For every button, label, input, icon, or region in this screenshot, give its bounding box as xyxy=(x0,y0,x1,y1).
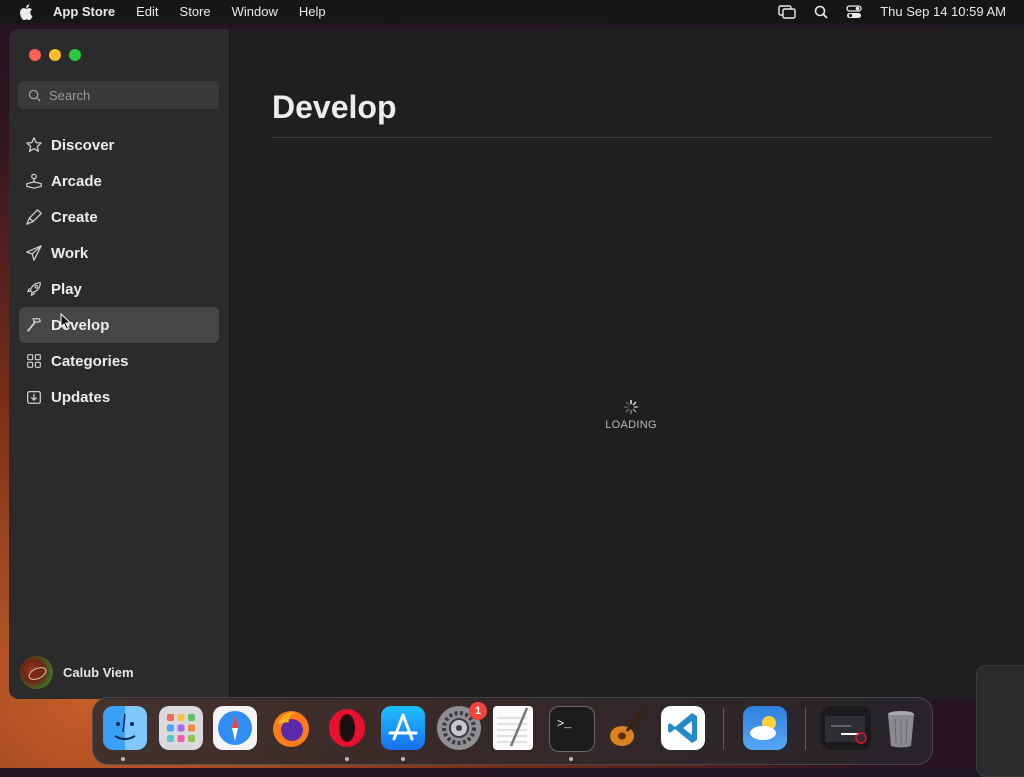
minimize-button[interactable] xyxy=(49,49,61,61)
screen-mirroring-icon[interactable] xyxy=(778,4,796,19)
dock: 1 >_ xyxy=(92,697,933,765)
sidebar-item-categories[interactable]: Categories xyxy=(19,343,219,379)
terminal-dock-icon[interactable]: >_ xyxy=(549,706,595,752)
user-name[interactable]: Calub Viem xyxy=(63,665,134,680)
menu-clock[interactable]: Thu Sep 14 10:59 AM xyxy=(880,4,1006,19)
loading-indicator: LOADING xyxy=(605,399,657,431)
sidebar-item-label: Arcade xyxy=(51,172,102,190)
brush-icon xyxy=(24,207,44,227)
search-input[interactable] xyxy=(49,87,209,103)
textedit-dock-icon[interactable] xyxy=(493,706,533,750)
sidebar-item-work[interactable]: Work xyxy=(19,235,219,271)
app-store-dock-icon[interactable] xyxy=(381,706,425,750)
system-settings-dock-icon[interactable]: 1 xyxy=(437,702,487,750)
paper-plane-icon xyxy=(24,243,44,263)
title-divider xyxy=(272,137,992,138)
joystick-icon xyxy=(24,171,44,191)
sidebar-item-label: Work xyxy=(51,244,89,262)
search-box[interactable] xyxy=(18,81,219,109)
opera-dock-icon[interactable] xyxy=(325,706,369,750)
rocket-icon xyxy=(24,279,44,299)
dock-separator xyxy=(723,708,724,750)
download-icon xyxy=(24,387,44,407)
app-store-running-dot xyxy=(401,757,405,761)
sidebar-item-label: Updates xyxy=(51,388,111,406)
screenshot-thumbnail-dock-icon[interactable] xyxy=(821,706,871,750)
page-title: Develop xyxy=(272,89,397,125)
sidebar-item-arcade[interactable]: Arcade xyxy=(19,163,219,199)
firefox-dock-icon[interactable] xyxy=(269,706,313,750)
sidebar-item-play[interactable]: Play xyxy=(19,271,219,307)
weather-dock-icon[interactable] xyxy=(743,706,787,750)
sidebar-item-develop[interactable]: Develop xyxy=(19,307,219,343)
settings-badge: 1 xyxy=(469,702,487,720)
sidebar-item-discover[interactable]: Discover xyxy=(19,127,219,163)
menu-store[interactable]: Store xyxy=(180,4,211,19)
menu-app-name[interactable]: App Store xyxy=(53,4,115,19)
sidebar-item-label: Categories xyxy=(51,352,129,370)
zoom-button[interactable] xyxy=(69,49,81,61)
window-controls xyxy=(29,49,81,61)
spinner-icon xyxy=(623,399,639,415)
menu-bar: App Store Edit Store Window Help Thu Sep… xyxy=(0,0,1024,23)
close-button[interactable] xyxy=(29,49,41,61)
hammer-icon xyxy=(24,315,44,335)
sidebar-item-create[interactable]: Create xyxy=(19,199,219,235)
sidebar-item-label: Play xyxy=(51,280,82,298)
sidebar-item-label: Create xyxy=(51,208,98,226)
menu-window[interactable]: Window xyxy=(232,4,278,19)
menu-edit[interactable]: Edit xyxy=(136,4,158,19)
search-icon xyxy=(28,89,41,102)
app-store-window: Discover Arcade Create Work xyxy=(9,29,1024,699)
vscode-dock-icon[interactable] xyxy=(661,706,705,750)
trash-dock-icon[interactable] xyxy=(879,706,923,750)
loading-label: LOADING xyxy=(605,419,657,431)
launchpad-dock-icon[interactable] xyxy=(159,706,203,750)
apple-menu-icon[interactable] xyxy=(19,3,33,20)
main-content: Develop LOADING xyxy=(230,29,1024,699)
desktop-widget xyxy=(976,665,1024,777)
menu-help[interactable]: Help xyxy=(299,4,326,19)
grid-icon xyxy=(24,351,44,371)
svg-text:>_: >_ xyxy=(557,717,572,731)
safari-dock-icon[interactable] xyxy=(213,706,257,750)
sidebar-nav: Discover Arcade Create Work Play Develop… xyxy=(19,127,219,415)
sidebar-item-label: Discover xyxy=(51,136,115,154)
avatar[interactable] xyxy=(20,656,53,689)
finder-dock-icon[interactable] xyxy=(103,706,147,750)
control-center-icon[interactable] xyxy=(846,4,862,19)
dock-separator xyxy=(805,708,806,750)
spotlight-search-icon[interactable] xyxy=(814,5,828,19)
garageband-dock-icon[interactable] xyxy=(605,706,649,750)
account-button[interactable]: Calub Viem xyxy=(20,656,134,689)
opera-running-dot xyxy=(345,757,349,761)
terminal-running-dot xyxy=(569,757,573,761)
sidebar-item-updates[interactable]: Updates xyxy=(19,379,219,415)
finder-running-dot xyxy=(121,757,125,761)
star-icon xyxy=(24,135,44,155)
mouse-pointer-icon xyxy=(60,313,72,331)
sidebar: Discover Arcade Create Work xyxy=(9,29,230,699)
